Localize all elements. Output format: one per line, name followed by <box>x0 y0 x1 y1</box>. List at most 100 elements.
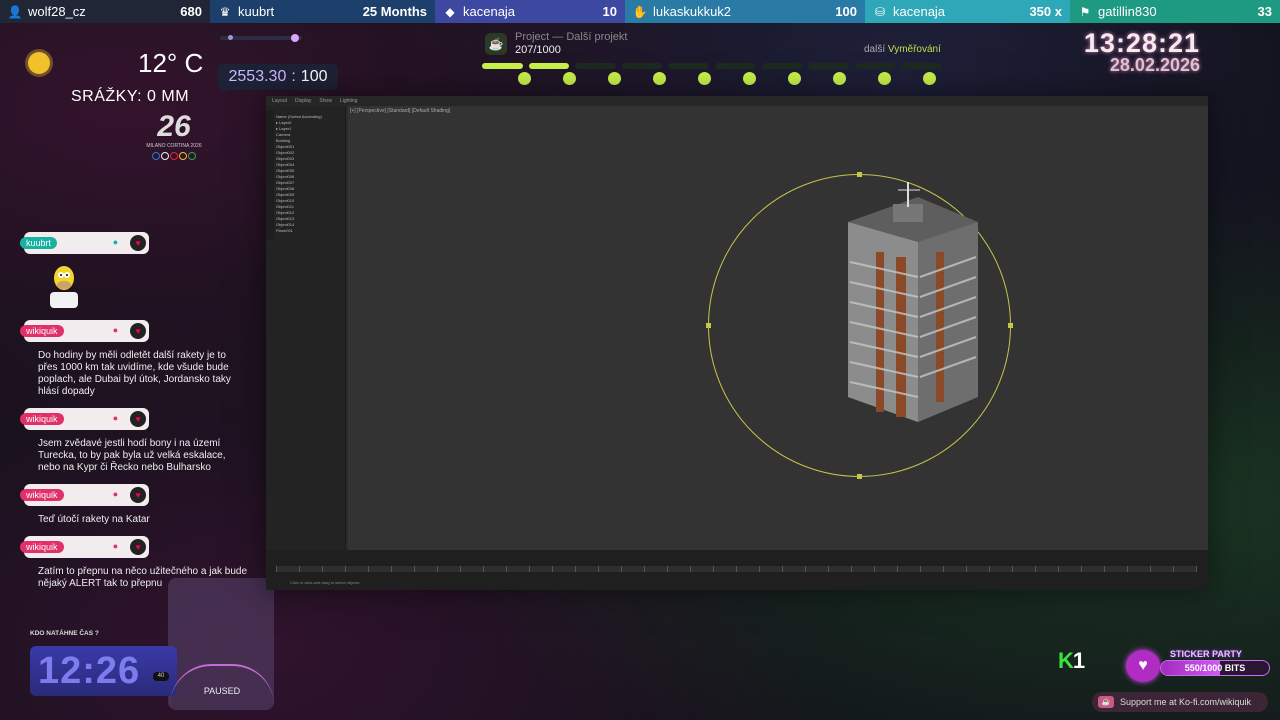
outliner-row[interactable]: ▸ Layer0 <box>276 120 342 125</box>
gizmo-handle-top[interactable] <box>857 172 862 177</box>
timeline-tick <box>529 566 530 572</box>
kofi-support-banner[interactable]: ☕ Support me at Ko-fi.com/wikiquik <box>1092 692 1268 712</box>
bookmark-icon <box>878 72 891 85</box>
olympics-subtitle: MILANO CORTINA 2026 <box>146 143 202 149</box>
outliner-row[interactable]: Object004 <box>276 162 342 167</box>
gizmo-handle-left[interactable] <box>706 323 711 328</box>
outliner-row[interactable]: Building <box>276 138 342 143</box>
olympics-logo: 26 MILANO CORTINA 2026 <box>146 111 202 173</box>
outliner-row[interactable]: Object003 <box>276 156 342 161</box>
k1-logo-1: 1 <box>1072 648 1085 673</box>
chat-username: kuubrt <box>20 237 58 249</box>
timeline-tick <box>805 566 806 572</box>
outliner-row[interactable]: ▸ Layer1 <box>276 126 342 131</box>
paw-icon: ● <box>112 541 119 551</box>
timeline-tick <box>276 566 277 572</box>
paw-icon: ● <box>112 413 119 423</box>
paw-icon: ● <box>112 489 119 499</box>
temperature: 12° C <box>138 48 204 78</box>
timeline-tick <box>713 566 714 572</box>
outliner-row[interactable]: Object012 <box>276 210 342 215</box>
outliner-row[interactable]: Object009 <box>276 192 342 197</box>
chat-name-badge: wikiquik ● ♥ <box>20 484 149 506</box>
chat-name-badge: wikiquik ● ♥ <box>20 536 149 558</box>
outliner-row[interactable]: Object010 <box>276 198 342 203</box>
outliner-toolbar[interactable] <box>266 110 274 240</box>
timeline-tick <box>1058 566 1059 572</box>
clock-widget: 13:28:21 28.02.2026 <box>1084 28 1200 76</box>
outliner-row[interactable]: Object013 <box>276 216 342 221</box>
hand-icon: ✋ <box>632 4 648 19</box>
animation-timeline[interactable]: Click or click-and-drag to select object… <box>266 550 1208 590</box>
menu-item[interactable]: Display <box>295 98 311 104</box>
ticker-item-4: ⛁ kacenaja 350 x <box>865 0 1070 23</box>
outliner-row[interactable]: Object014 <box>276 222 342 227</box>
timeline-tick <box>644 566 645 572</box>
menu-item[interactable]: Show <box>319 98 332 104</box>
timeline-tick <box>483 566 484 572</box>
ticker-name: wolf28_cz <box>28 4 86 19</box>
goal-segment <box>528 63 570 69</box>
timeline-tick <box>736 566 737 572</box>
kofi-text: Support me at Ko-fi.com/wikiquik <box>1120 697 1252 707</box>
building-model[interactable] <box>838 182 988 432</box>
timeline-track[interactable] <box>276 566 1197 572</box>
paw-icon: ● <box>112 237 119 247</box>
outliner-row[interactable]: Name (Sorted Ascending) <box>276 114 342 119</box>
timeline-tick <box>437 566 438 572</box>
ticker-name: lukaskukkuk2 <box>653 4 732 19</box>
home-icon <box>833 72 846 85</box>
timeline-tick <box>1196 566 1197 572</box>
goal-segment <box>901 63 942 69</box>
outliner-row[interactable]: Object005 <box>276 168 342 173</box>
goal-title: Project — Další projekt <box>515 31 628 43</box>
outliner-row[interactable]: Plane001 <box>276 228 342 233</box>
timeline-tick <box>1081 566 1082 572</box>
event-ticker-bar: 👤 wolf28_cz 680 ♛ kuubrt 25 Months ◆ kacenaja 10… <box>0 0 1280 23</box>
outliner-row[interactable]: Object008 <box>276 186 342 191</box>
heart-badge-icon: ♥ <box>130 411 146 427</box>
status-prompt: Click or click-and-drag to select object… <box>290 580 360 585</box>
timer-panel: 12:26 40 <box>30 646 177 696</box>
outliner-row[interactable]: Object007 <box>276 180 342 185</box>
gizmo-handle-right[interactable] <box>1008 323 1013 328</box>
chat-name-badge: wikiquik ● ♥ <box>20 408 149 430</box>
bits-progress-text: 550/1000 BITS <box>1184 663 1246 673</box>
outliner-row[interactable]: Object006 <box>276 174 342 179</box>
ticker-name: kuubrt <box>238 4 275 19</box>
outliner-row[interactable]: Object011 <box>276 204 342 209</box>
shield-icon <box>743 72 756 85</box>
chat-username: wikiquik <box>20 325 64 337</box>
tools-icon <box>608 72 621 85</box>
outliner-row[interactable]: Camera <box>276 132 342 137</box>
heart-badge-icon: ♥ <box>130 539 146 555</box>
score-separator: : <box>291 68 296 85</box>
timeline-tick <box>1035 566 1036 572</box>
menu-item[interactable]: Layout <box>272 98 287 104</box>
goal-segment <box>761 63 803 69</box>
wrench-icon <box>698 72 711 85</box>
ticker-value: 680 <box>180 4 202 19</box>
timeline-tick <box>368 566 369 572</box>
3d-viewport[interactable]: [+] [Perspective] [Standard] [Default Sh… <box>348 106 1208 550</box>
coins-icon: ⛁ <box>874 4 886 19</box>
timer-mini-badge: 40 <box>153 672 169 681</box>
fire-icon <box>563 72 576 85</box>
menu-item[interactable]: Lighting <box>340 98 358 104</box>
raid-icon: ⚑ <box>1079 4 1091 19</box>
gizmo-handle-bottom[interactable] <box>857 474 862 479</box>
sticker-party-goal: 550/1000 BITS ♥ STICKER PARTY <box>1126 648 1272 684</box>
viewport-header[interactable]: [+] [Perspective] [Standard] [Default Sh… <box>350 108 450 114</box>
kofi-cup-icon: ☕ <box>1098 696 1114 708</box>
slider-knob-end <box>291 34 299 42</box>
timeline-tick <box>552 566 553 572</box>
pencil-icon <box>518 72 531 85</box>
outliner-row[interactable]: Object002 <box>276 150 342 155</box>
editor-menubar: Layout Display Show Lighting <box>266 96 1208 106</box>
chat-name-badge: kuubrt ● ♥ <box>20 232 149 254</box>
timeline-tick <box>1127 566 1128 572</box>
scene-outliner[interactable]: Name (Sorted Ascending) ▸ Layer0 ▸ Layer1 C… <box>266 106 346 556</box>
timeline-tick <box>943 566 944 572</box>
outliner-row[interactable]: Object001 <box>276 144 342 149</box>
heart-badge-icon: ♥ <box>130 235 146 251</box>
